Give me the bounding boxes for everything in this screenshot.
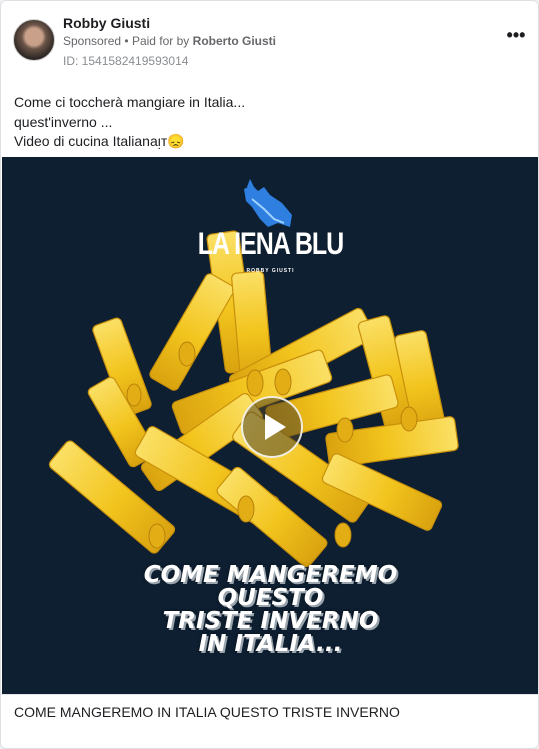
more-options-icon[interactable]: ••• bbox=[504, 26, 528, 49]
ad-id: ID: 1541582419593014 bbox=[63, 54, 189, 68]
brand-subtitle: ROBBY GIUSTI bbox=[246, 268, 295, 274]
advertiser-name[interactable]: Robby Giusti bbox=[63, 15, 150, 31]
caption-line-3: Video di cucina Italianaᴉᴛ😞 bbox=[14, 132, 245, 152]
post-header: Robby Giusti Sponsored • Paid for by Rob… bbox=[13, 15, 528, 68]
paid-for-name: Roberto Giusti bbox=[192, 34, 276, 48]
headline-line-4: IN ITALIA... bbox=[198, 631, 343, 657]
caption-line-1: Come ci toccherà mangiare in Italia... bbox=[14, 94, 246, 110]
brand-title: LA IENA BLU bbox=[197, 226, 344, 262]
paid-for-prefix: Paid for by bbox=[131, 34, 190, 48]
separator-dot: • bbox=[124, 34, 129, 48]
sad-face-emoji-icon: 😞 bbox=[167, 133, 185, 149]
headline-line-1: COME MANGEREMO bbox=[143, 562, 398, 588]
play-icon bbox=[265, 414, 286, 440]
video-media[interactable]: LA IENA BLU ROBBY GIUSTI COME MANGEREMO … bbox=[2, 157, 538, 694]
caption-line-2: quest'inverno ... bbox=[14, 113, 113, 130]
blue-hyena-logo-icon bbox=[244, 179, 292, 227]
caption-line-3-text: Video di cucina Italianaᴉᴛ bbox=[14, 133, 168, 149]
sponsored-line: Sponsored • Paid for by Roberto Giusti bbox=[63, 34, 276, 48]
advertiser-avatar[interactable] bbox=[13, 19, 55, 61]
link-footer[interactable]: COME MANGEREMO IN ITALIA QUESTO TRISTE I… bbox=[1, 694, 538, 748]
headline-line-3: TRISTE INVERNO bbox=[162, 608, 379, 634]
headline-line-2: QUESTO bbox=[217, 585, 324, 611]
footer-title[interactable]: COME MANGEREMO IN ITALIA QUESTO TRISTE I… bbox=[14, 704, 400, 720]
sponsored-label: Sponsored bbox=[63, 34, 122, 48]
ad-card: Robby Giusti Sponsored • Paid for by Rob… bbox=[0, 0, 539, 749]
post-caption: Come ci toccherà mangiare in Italia... q… bbox=[14, 93, 245, 152]
play-button[interactable] bbox=[241, 396, 303, 458]
penne-pasta-image bbox=[48, 230, 459, 568]
video-headline: COME MANGEREMO QUESTO TRISTE INVERNO IN … bbox=[2, 562, 538, 657]
